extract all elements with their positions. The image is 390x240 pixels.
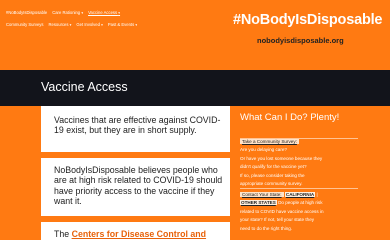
card-text-prefix: The: [54, 229, 72, 239]
chevron-down-icon: ▾: [69, 23, 72, 27]
contact-line: related to COVID have vaccine access in: [240, 208, 324, 214]
nav-label: Past & Events: [107, 22, 135, 27]
nav-item-resources[interactable]: Resources ▾: [48, 22, 71, 27]
nav-label: Vaccine Access: [88, 10, 118, 15]
brand-hashtag: #NoBodyIsDisposable: [233, 12, 383, 28]
secondary-nav: Community Surveys Resources ▾ Get Involv…: [6, 22, 137, 27]
nav-item-past-events[interactable]: Past & Events ▾: [108, 22, 137, 27]
nav-item-care-rationing[interactable]: Care Rationing ▾: [52, 10, 83, 15]
contact-line: your state? If not, tell your state they: [240, 217, 315, 223]
survey-line: If so, please consider taking the: [240, 172, 305, 178]
nav-item-vaccine-access[interactable]: Vaccine Access ▾: [88, 10, 120, 15]
site-header: #NoBodyIsDisposable Care Rationing ▾ Vac…: [0, 0, 390, 60]
survey-line: didn't qualify for the vaccine yet?: [240, 164, 307, 170]
brand-domain: nobodyisdisposable.org: [257, 36, 344, 45]
nav-label: Get Involved: [76, 22, 100, 27]
card-text: NoBodyIsDisposable believes people who a…: [54, 165, 223, 207]
page-title: Vaccine Access: [41, 80, 128, 94]
chevron-down-icon: ▾: [118, 11, 121, 15]
chevron-down-icon: ▾: [101, 23, 103, 27]
contact-block: Contact Your State: CALIFORNIA | OTHER S…: [240, 191, 354, 233]
nav-item-community-surveys[interactable]: Community Surveys: [6, 22, 43, 27]
contact-line: need to do the right thing.: [240, 225, 293, 231]
nav-label: Resources: [48, 22, 69, 27]
chevron-down-icon: ▾: [135, 23, 138, 27]
contact-heading: Contact Your State:: [240, 192, 284, 197]
nav-item-home[interactable]: #NoBodyIsDisposable: [6, 10, 47, 15]
survey-link[interactable]: Take a Community Survey:: [240, 139, 299, 144]
nav-item-get-involved[interactable]: Get Involved ▾: [76, 22, 102, 27]
content-card: Vaccines that are effective against COVI…: [41, 106, 230, 152]
main-nav: #NoBodyIsDisposable Care Rationing ▾ Vac…: [6, 10, 120, 15]
survey-block: Take a Community Survey: Are you delayin…: [240, 138, 354, 188]
content-card: The Centers for Disease Control and Prev…: [41, 222, 230, 240]
contact-heading-row: Contact Your State: CALIFORNIA |: [240, 192, 318, 197]
california-link[interactable]: CALIFORNIA: [284, 192, 316, 197]
survey-line: Are you delaying care?: [240, 147, 287, 153]
nav-label: Care Rationing: [52, 10, 81, 15]
survey-line: Or have you lost someone because they: [240, 155, 323, 161]
sidebar-title: What Can I Do? Plenty!: [240, 112, 340, 123]
cdc-recommendations-link[interactable]: Centers for Disease Control and Preventi…: [54, 229, 206, 240]
survey-heading-row: Take a Community Survey:: [240, 138, 354, 146]
divider: [240, 188, 358, 189]
card-text: Vaccines that are effective against COVI…: [54, 115, 221, 136]
sidebar: What Can I Do? Plenty! Take a Community …: [232, 106, 390, 240]
contact-text: Do people at high risk: [276, 200, 323, 206]
content-card: NoBodyIsDisposable believes people who a…: [41, 158, 230, 216]
other-states-link[interactable]: OTHER STATES: [240, 200, 277, 206]
main-content: Vaccines that are effective against COVI…: [41, 106, 230, 240]
brand-banner[interactable]: #NoBodyIsDisposable nobodyisdisposable.o…: [224, 0, 390, 56]
contact-line: OTHER STATES Do people at high risk: [240, 199, 354, 207]
chevron-down-icon: ▾: [81, 11, 84, 15]
card-text: The Centers for Disease Control and Prev…: [54, 229, 226, 240]
